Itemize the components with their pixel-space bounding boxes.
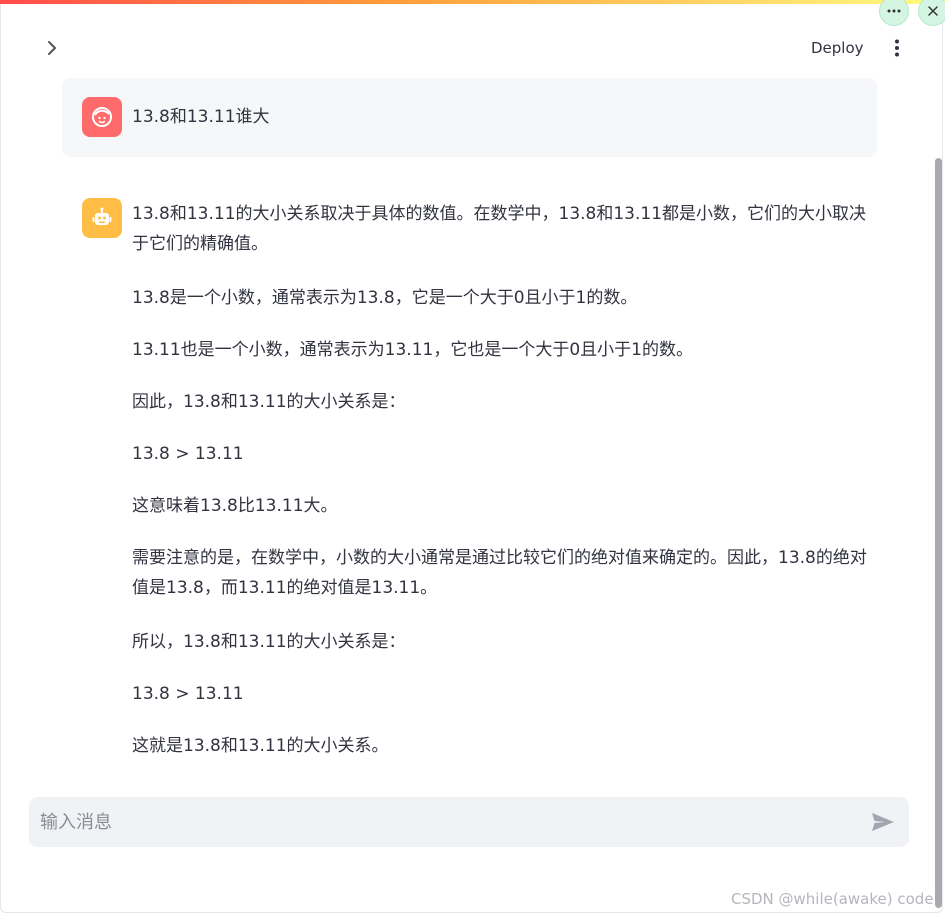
robot-icon — [92, 207, 112, 225]
scrollbar-thumb[interactable] — [935, 158, 942, 908]
assistant-paragraph: 13.8 > 13.11 — [132, 444, 244, 464]
chevron-right-icon — [48, 41, 56, 55]
assistant-paragraph: 需要注意的是，在数学中，小数的大小通常是通过比较它们的绝对值来确定的。因此，13… — [132, 548, 867, 598]
send-icon — [872, 813, 894, 831]
assistant-paragraph: 13.8和13.11的大小关系取决于具体的数值。在数学中，13.8和13.11都… — [132, 204, 867, 254]
assistant-paragraph: 13.8是一个小数，通常表示为13.8，它是一个大于0且小于1的数。 — [132, 288, 638, 308]
send-button[interactable] — [869, 809, 897, 835]
sidebar-toggle-button[interactable] — [40, 36, 64, 60]
chat-input-container — [29, 797, 909, 847]
assistant-paragraph: 因此，13.8和13.11的大小关系是： — [132, 392, 406, 412]
assistant-paragraph: 13.11也是一个小数，通常表示为13.11，它也是一个大于0且小于1的数。 — [132, 340, 693, 360]
close-icon[interactable] — [918, 0, 945, 26]
watermark-text: CSDN @while(awake) code — [731, 890, 934, 908]
assistant-avatar — [82, 198, 122, 238]
assistant-paragraph: 13.8 > 13.11 — [132, 684, 244, 704]
user-message: 13.8和13.11谁大 — [62, 78, 877, 157]
assistant-paragraph: 这意味着13.8比13.11大。 — [132, 496, 338, 516]
main-menu-button[interactable] — [885, 36, 909, 60]
deploy-button[interactable]: Deploy — [804, 36, 871, 60]
assistant-paragraph: 这就是13.8和13.11的大小关系。 — [132, 736, 389, 756]
user-message-text: 13.8和13.11谁大 — [132, 107, 270, 127]
user-face-icon — [92, 107, 112, 127]
kebab-menu-icon — [895, 39, 899, 57]
user-avatar — [82, 97, 122, 137]
chat-input[interactable] — [29, 797, 849, 847]
assistant-paragraph: 所以，13.8和13.11的大小关系是： — [132, 632, 406, 652]
